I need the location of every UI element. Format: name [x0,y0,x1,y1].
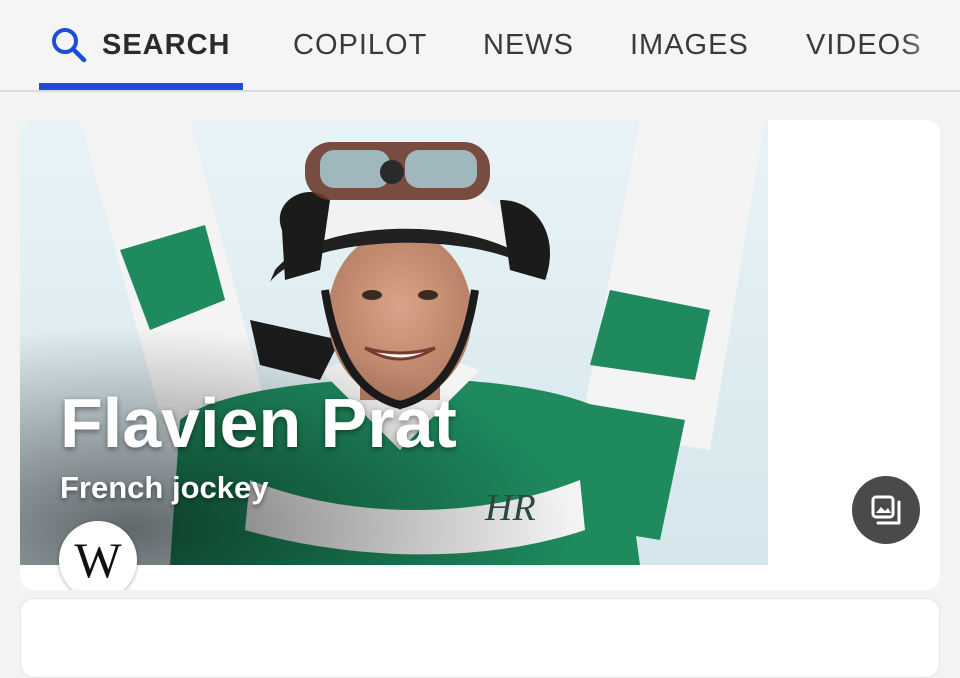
wikipedia-icon[interactable]: W [59,521,137,590]
tab-news-label: NEWS [483,28,574,61]
entity-name: Flavien Prat [60,384,457,462]
search-icon [52,28,87,63]
tab-copilot-label: COPILOT [293,28,428,61]
active-tab-indicator [39,83,243,90]
tab-search-label: SEARCH [102,28,231,61]
image-gallery-button[interactable] [852,476,920,544]
next-result-card [20,598,940,678]
entity-description: French jockey [60,470,269,505]
entity-card: HR Flavien Prat French jockey [20,120,940,590]
image-gallery-icon [871,495,901,525]
tab-images-label: IMAGES [630,28,749,61]
wikipedia-glyph: W [74,532,122,588]
tab-news[interactable]: NEWS [483,0,574,90]
top-tab-bar: SEARCH COPILOT NEWS IMAGES VIDEOS [0,0,960,92]
tab-overflow-fade [900,0,960,88]
tab-search[interactable]: SEARCH [50,0,230,90]
entity-hero-image[interactable]: HR Flavien Prat French jockey [20,120,768,565]
tab-copilot[interactable]: COPILOT [293,0,427,90]
tab-images[interactable]: IMAGES [630,0,749,90]
